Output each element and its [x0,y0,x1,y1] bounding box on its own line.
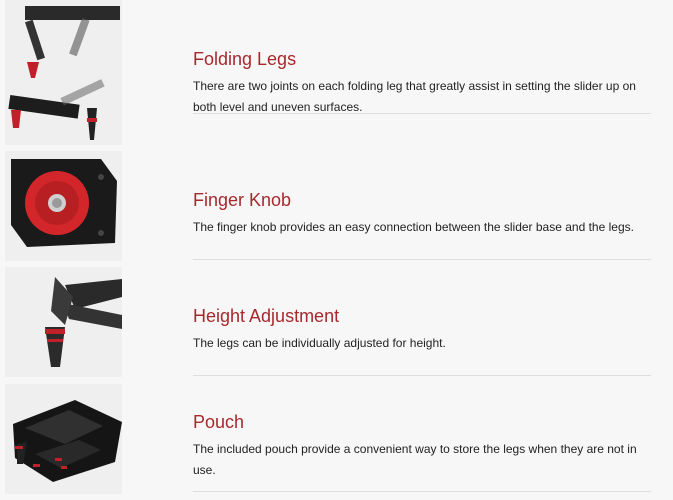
feature-finger-knob: Finger Knob The finger knob provides an … [193,189,651,238]
divider [193,259,651,260]
features-panel: Folding Legs There are two joints on eac… [0,0,673,500]
folding-legs-image [5,0,122,145]
divider [193,375,651,376]
feature-title: Pouch [193,412,245,432]
finger-knob-image [5,151,122,261]
feature-pouch: Pouch The included pouch provide a conve… [193,411,651,481]
feature-description: The included pouch provide a convenient … [193,442,637,477]
height-adjustment-image [5,267,122,377]
feature-description: The legs can be individually adjusted fo… [193,336,446,350]
divider [193,113,651,114]
pouch-image [5,384,122,494]
feature-title: Finger Knob [193,190,292,210]
feature-title: Height Adjustment [193,306,340,326]
feature-title: Folding Legs [193,49,297,69]
feature-description: The finger knob provides an easy connect… [193,220,634,234]
feature-folding-legs: Folding Legs There are two joints on eac… [193,48,651,118]
divider [193,491,651,492]
feature-height-adjustment: Height Adjustment The legs can be indivi… [193,305,651,354]
feature-description: There are two joints on each folding leg… [193,79,636,114]
